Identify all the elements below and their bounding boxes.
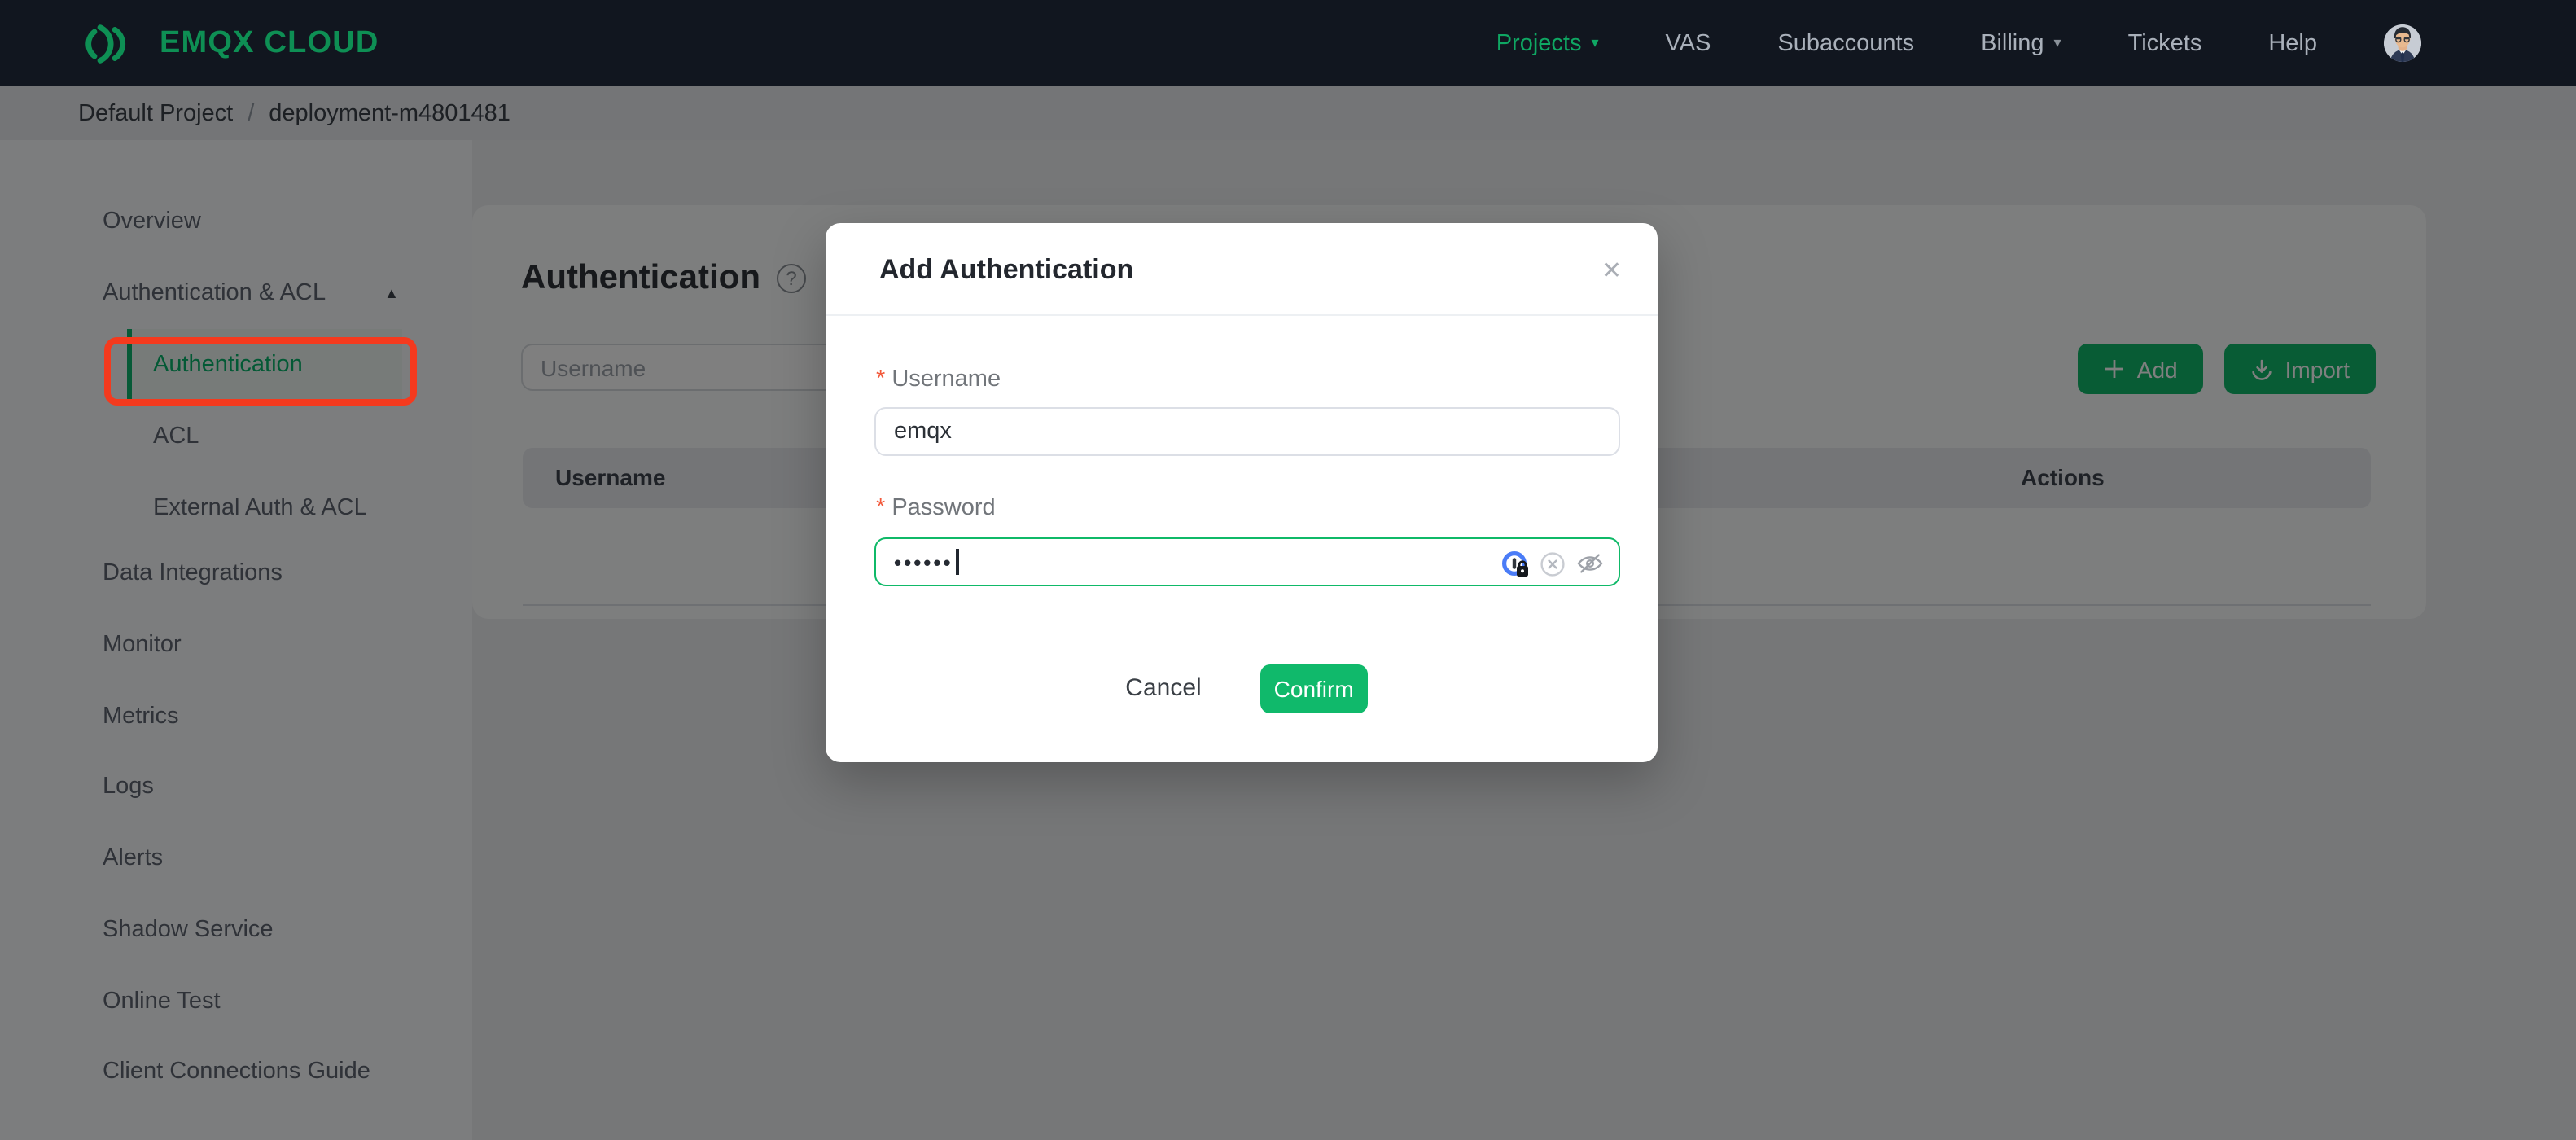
confirm-button[interactable]: Confirm xyxy=(1260,664,1368,712)
nav-billing[interactable]: Billing ▾ xyxy=(1981,30,2061,56)
close-icon[interactable]: ✕ xyxy=(1601,255,1622,284)
password-masked-value: •••••• xyxy=(894,550,953,574)
username-field-label: * Username xyxy=(876,366,1001,392)
avatar-illustration xyxy=(2384,24,2421,62)
cancel-button[interactable]: Cancel xyxy=(1115,673,1211,704)
required-marker: * xyxy=(876,366,886,392)
nav-projects[interactable]: Projects ▾ xyxy=(1496,30,1599,56)
nav-tickets[interactable]: Tickets xyxy=(2128,30,2202,56)
nav-subaccounts[interactable]: Subaccounts xyxy=(1777,30,1914,56)
caret-down-icon: ▾ xyxy=(1591,34,1599,50)
modal-title: Add Authentication xyxy=(879,253,1134,284)
nav-vas[interactable]: VAS xyxy=(1666,30,1711,56)
nav-help[interactable]: Help xyxy=(2268,30,2317,56)
required-marker: * xyxy=(876,494,886,520)
username-input-value: emqx xyxy=(894,418,952,444)
top-navbar: EMQX CLOUD Projects ▾ VAS Subaccounts Bi… xyxy=(0,0,2576,86)
emqx-logo-icon xyxy=(85,24,126,63)
annotation-highlight-box xyxy=(104,337,417,406)
clear-input-icon[interactable] xyxy=(1540,551,1565,576)
user-avatar[interactable] xyxy=(2384,24,2421,62)
password-field-label: * Password xyxy=(876,494,996,520)
password-input[interactable]: •••••• xyxy=(874,537,1620,586)
username-input[interactable]: emqx xyxy=(874,406,1620,455)
add-authentication-modal: Add Authentication ✕ * Username emqx * Pas… xyxy=(826,222,1658,761)
password-manager-1password-icon[interactable] xyxy=(1501,550,1529,577)
modal-header: Add Authentication ✕ xyxy=(826,222,1658,315)
text-cursor xyxy=(956,549,959,575)
toggle-password-visibility-eye-slash-icon[interactable] xyxy=(1576,552,1604,575)
app-root: Default Project / deployment-m4801481 Ov… xyxy=(0,0,2576,1140)
brand-name: EMQX CLOUD xyxy=(160,25,379,59)
caret-down-icon: ▾ xyxy=(2053,34,2061,50)
brand[interactable]: EMQX CLOUD xyxy=(78,0,379,86)
